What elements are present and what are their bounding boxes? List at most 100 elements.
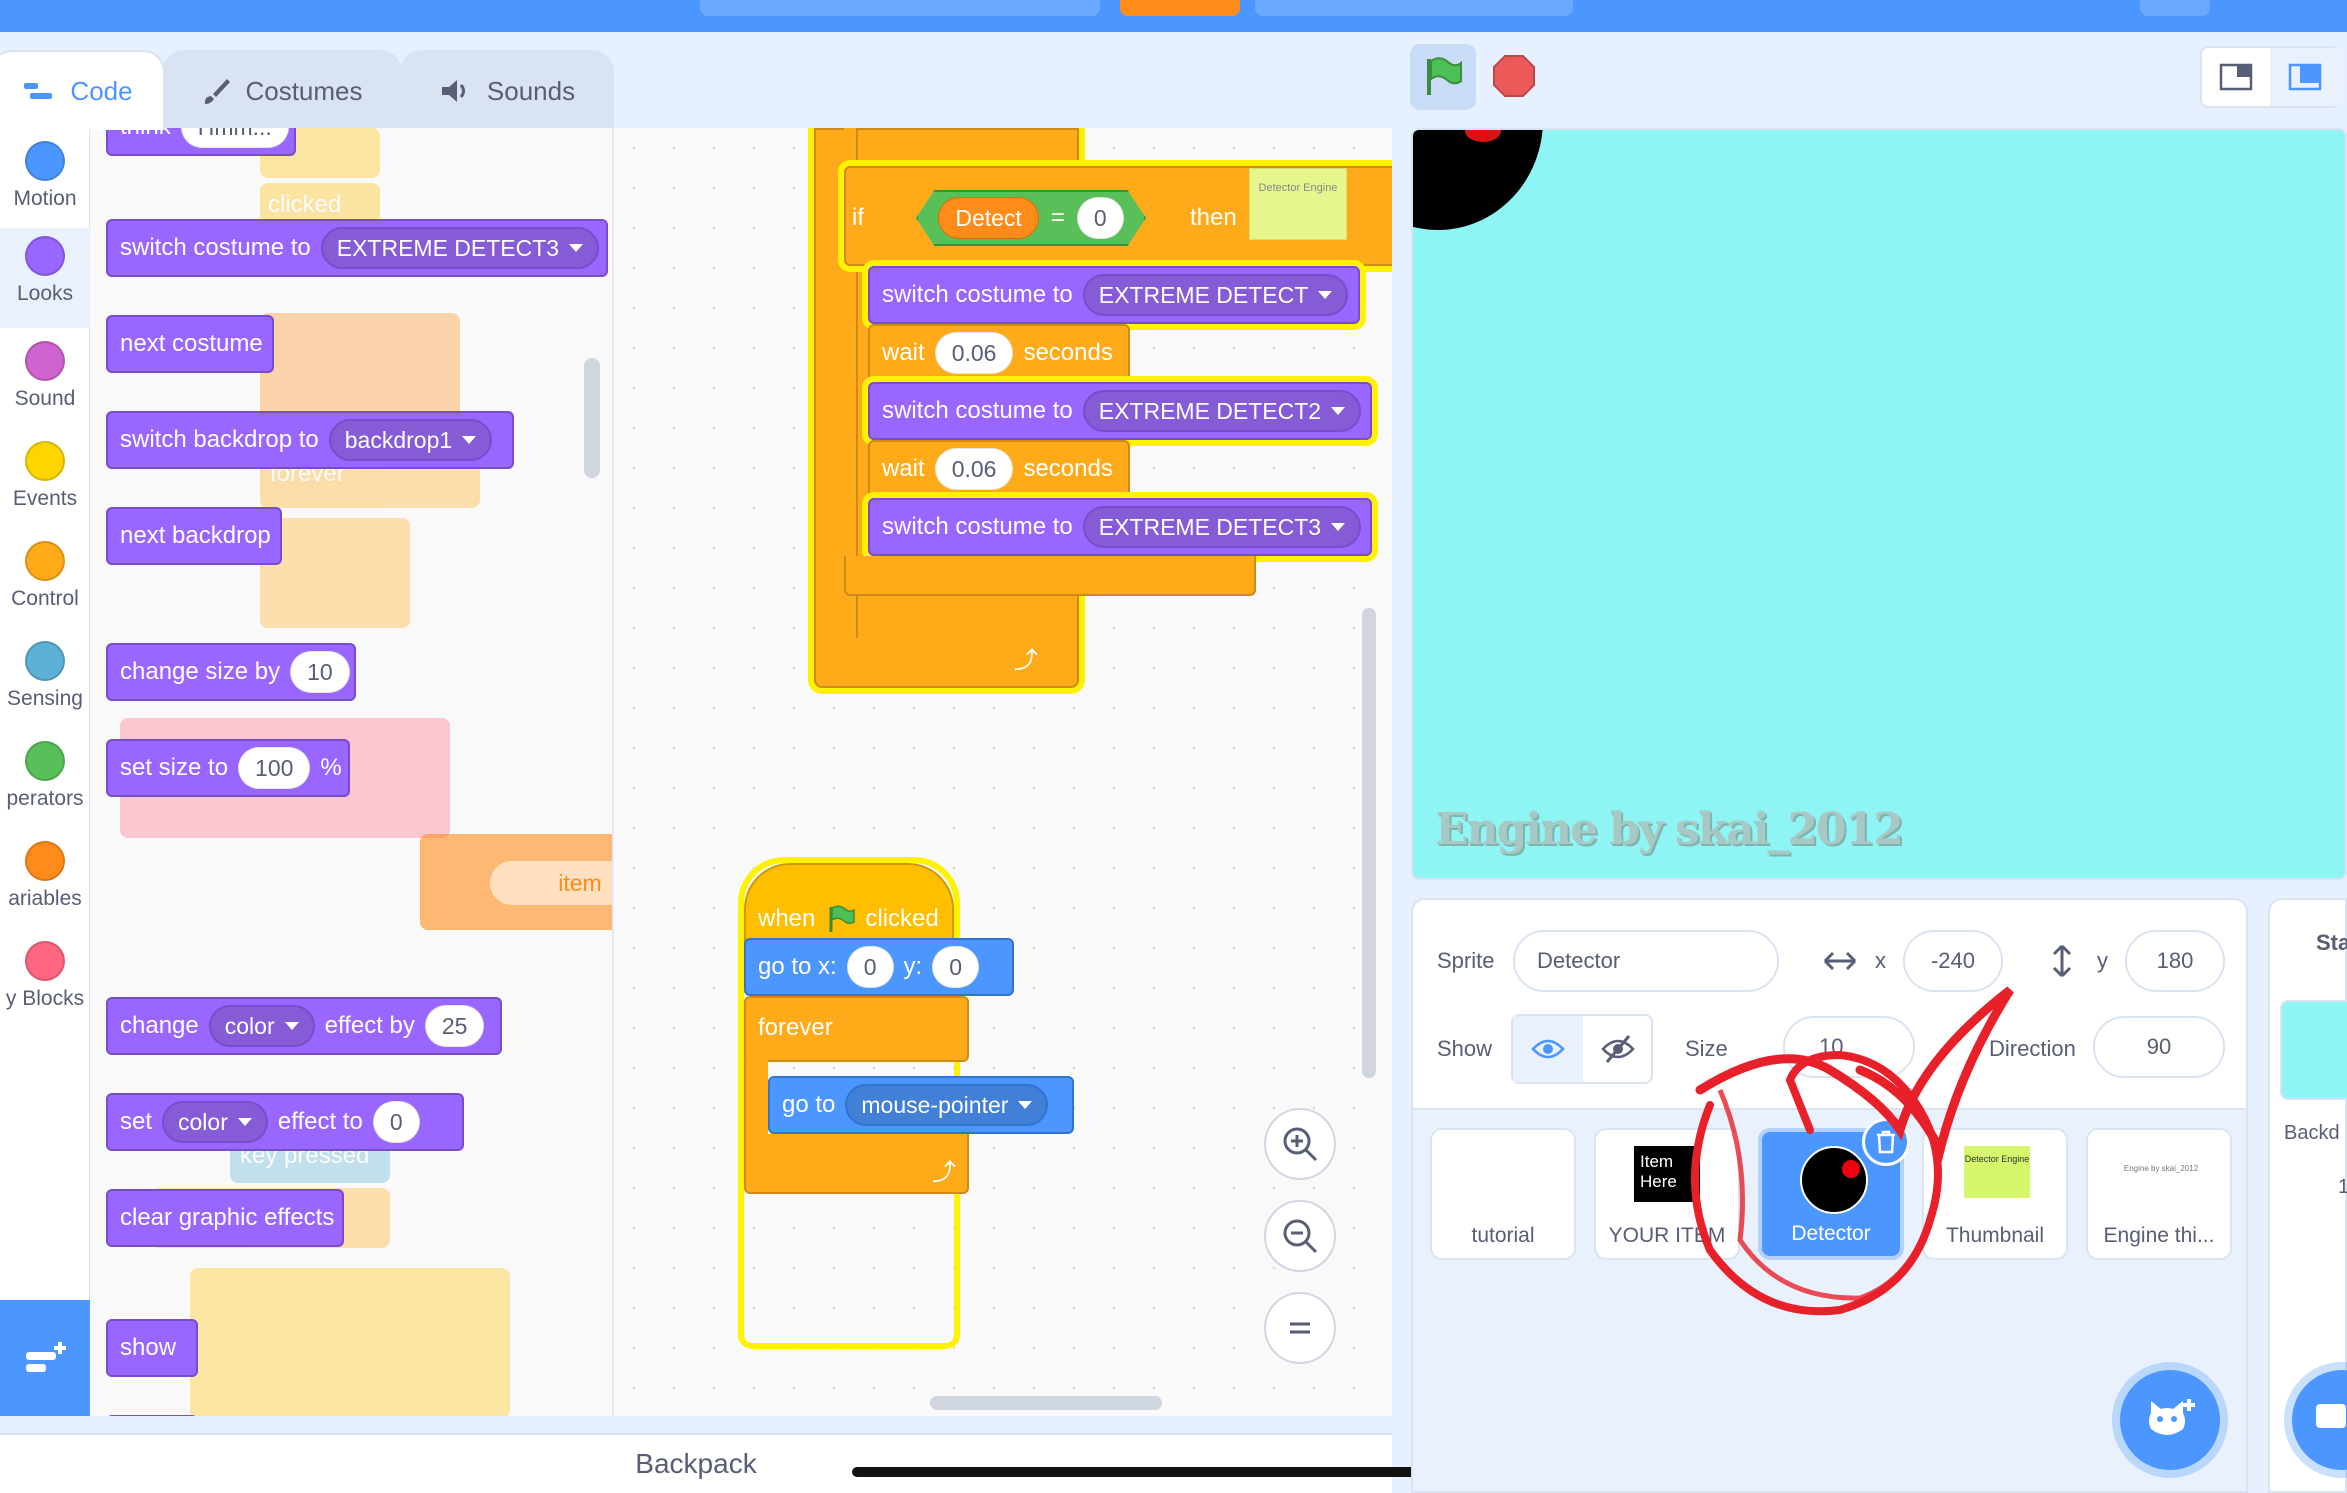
category-operators[interactable]: perators <box>0 733 90 833</box>
backdrop-icon <box>2316 1404 2346 1428</box>
direction-input[interactable]: 90 <box>2093 1016 2225 1078</box>
goto-target-dropdown[interactable]: mouse-pointer <box>845 1084 1049 1126</box>
account-avatar[interactable] <box>2140 0 2210 16</box>
costume-dropdown[interactable]: EXTREME DETECT3 <box>1082 506 1362 548</box>
see-project-page-button[interactable] <box>1255 0 1573 16</box>
zoom-out-button[interactable] <box>1264 1200 1336 1272</box>
detector-sprite[interactable] <box>1413 130 1543 230</box>
block-wait-1[interactable]: wait 0.06 seconds <box>868 324 1130 382</box>
equals-operator[interactable]: Detect = 0 <box>916 190 1146 246</box>
show-sprite-button[interactable] <box>1513 1016 1583 1082</box>
show-label: Show <box>1437 1036 1493 1061</box>
block-show[interactable]: show <box>106 1319 198 1377</box>
choose-sprite-button[interactable] <box>2120 1370 2220 1470</box>
stage-canvas[interactable]: Engine by skai_2012 <box>1411 128 2347 880</box>
zoom-reset-button[interactable] <box>1264 1292 1336 1364</box>
y-input[interactable]: 0 <box>932 946 979 988</box>
eq-value-input[interactable]: 0 <box>1076 197 1124 239</box>
y-position-input[interactable]: 180 <box>2125 930 2225 992</box>
costume-dropdown[interactable]: EXTREME DETECT3 <box>320 227 600 269</box>
category-my-blocks[interactable]: y Blocks <box>0 933 90 1033</box>
costume-dropdown[interactable]: EXTREME DETECT2 <box>1082 390 1362 432</box>
code-icon <box>24 83 53 99</box>
eye-slash-icon <box>1601 1035 1635 1063</box>
add-extension-button[interactable] <box>0 1300 96 1416</box>
block-label: next costume <box>120 330 263 357</box>
block-go-to[interactable]: go to mouse-pointer <box>768 1076 1074 1134</box>
block-forever[interactable]: forever <box>744 996 969 1062</box>
red-annotation-scribble <box>1691 986 2014 1316</box>
effect-dropdown[interactable]: color <box>162 1101 268 1143</box>
detector-engine-note: Detector Engine <box>1249 168 1347 240</box>
wait-input[interactable]: 0.06 <box>934 448 1014 490</box>
backpack-bar[interactable]: Backpack <box>0 1433 1392 1493</box>
workspace-vertical-scrollbar[interactable] <box>1362 608 1376 1078</box>
block-label: seconds <box>1023 339 1113 366</box>
size-input[interactable]: 10 <box>290 651 350 693</box>
hide-sprite-button[interactable] <box>1583 1016 1653 1082</box>
tab-sounds[interactable]: Sounds <box>400 50 614 130</box>
large-stage-button[interactable] <box>2270 48 2340 106</box>
stop-button[interactable] <box>1490 52 1538 100</box>
menu-bar <box>0 0 2347 32</box>
caret-down-icon <box>462 436 477 444</box>
category-variables[interactable]: ariables <box>0 833 90 933</box>
project-title-field[interactable] <box>700 0 1100 16</box>
block-next-costume[interactable]: next costume <box>106 315 274 373</box>
block-clear-effects[interactable]: clear graphic effects <box>106 1189 344 1247</box>
workspace-horizontal-scrollbar[interactable] <box>930 1396 1162 1410</box>
block-set-effect[interactable]: set color effect to 0 <box>106 1093 464 1151</box>
green-flag-button[interactable] <box>1410 44 1476 110</box>
effect-input[interactable]: 0 <box>372 1101 420 1143</box>
note-text: Detector Engine <box>1258 182 1338 194</box>
category-motion[interactable]: Motion <box>0 133 90 233</box>
effect-input[interactable]: 25 <box>424 1005 485 1047</box>
tab-code-label: Code <box>70 75 133 106</box>
size-input[interactable]: 100 <box>238 747 311 789</box>
caret-down-icon <box>1331 407 1346 415</box>
block-change-size[interactable]: change size by 10 <box>106 643 356 701</box>
block-switch-costume-2[interactable]: switch costume to EXTREME DETECT2 <box>868 382 1372 440</box>
equals-icon <box>1290 1322 1310 1334</box>
palette-scrollbar[interactable] <box>584 358 600 478</box>
x-input[interactable]: 0 <box>846 946 894 988</box>
zoom-in-button[interactable] <box>1264 1108 1336 1180</box>
block-label: clicked <box>865 905 939 932</box>
category-sound[interactable]: Sound <box>0 333 90 433</box>
stage-panel-label: Sta <box>2316 930 2347 955</box>
category-looks[interactable]: Looks <box>0 228 90 328</box>
stop-icon <box>1493 55 1535 97</box>
tab-code[interactable]: Code <box>0 50 165 130</box>
category-control[interactable]: Control <box>0 533 90 633</box>
share-button[interactable] <box>1120 0 1240 16</box>
block-switch-backdrop[interactable]: switch backdrop to backdrop1 <box>106 411 514 469</box>
block-think[interactable]: thinkHmm... <box>106 128 296 156</box>
block-switch-costume-3[interactable]: switch costume to EXTREME DETECT3 <box>868 498 1372 556</box>
x-label: x <box>1875 948 1886 973</box>
detect-variable[interactable]: Detect <box>938 197 1039 239</box>
category-events[interactable]: Events <box>0 433 90 533</box>
backdrop-dropdown[interactable]: backdrop1 <box>328 419 493 461</box>
block-switch-costume[interactable]: switch costume to EXTREME DETECT3 <box>106 219 608 277</box>
horizontal-arrows-icon <box>1823 951 1857 971</box>
costume-dropdown[interactable]: EXTREME DETECT <box>1082 274 1349 316</box>
think-input[interactable]: Hmm... <box>180 128 289 148</box>
block-go-to-xy[interactable]: go to x: 0 y: 0 <box>744 938 1014 996</box>
category-sensing[interactable]: Sensing <box>0 633 90 733</box>
tab-costumes[interactable]: Costumes <box>162 50 402 130</box>
small-stage-button[interactable] <box>2202 48 2270 106</box>
sound-dot-icon <box>25 341 65 381</box>
block-hide[interactable]: hide <box>106 1415 198 1416</box>
effect-dropdown[interactable]: color <box>208 1005 315 1047</box>
sprite-thumb-tutorial[interactable]: tutorial <box>1430 1128 1576 1260</box>
block-set-size[interactable]: set size to 100% <box>106 739 350 797</box>
wait-input[interactable]: 0.06 <box>934 332 1014 374</box>
myblocks-dot-icon <box>25 941 65 981</box>
block-change-effect[interactable]: change color effect by 25 <box>106 997 502 1055</box>
block-switch-costume-1[interactable]: switch costume to EXTREME DETECT <box>868 266 1360 324</box>
sprite-name-value: Detector <box>1537 948 1621 973</box>
block-wait-2[interactable]: wait 0.06 seconds <box>868 440 1130 498</box>
block-next-backdrop[interactable]: next backdrop <box>106 507 282 565</box>
sprite-thumb-engine[interactable]: Engine by skai_2012 Engine thi... <box>2086 1128 2232 1260</box>
x-value: -240 <box>1930 948 1976 973</box>
